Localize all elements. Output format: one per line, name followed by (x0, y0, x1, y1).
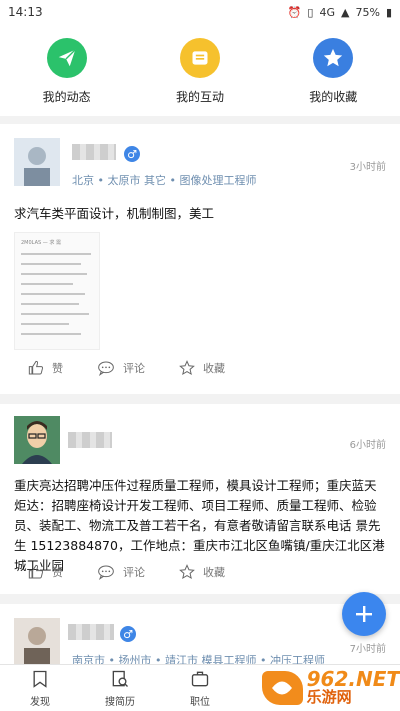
post-card[interactable]: ♂ 北京 • 太原市 其它 • 图像处理工程师 3小时前 求汽车类平面设计，机制… (0, 124, 400, 394)
tab-jobs[interactable]: 职位 (160, 665, 240, 711)
thumbs-up-icon (28, 360, 44, 375)
post-card[interactable]: ♂ 7小时前 南京市 • 扬州市 • 靖江市 模具工程师 • 冲压工程师 (0, 604, 400, 667)
post-time: 6小时前 (349, 440, 386, 451)
star-icon (313, 38, 354, 78)
resume-search-icon (112, 670, 128, 687)
my-activity-button[interactable]: 我的动态 (12, 38, 122, 105)
user-name-blurred (68, 624, 114, 640)
favorite-label: 收藏 (203, 362, 225, 375)
post-meta: 北京 • 太原市 其它 • 图像处理工程师 (72, 174, 257, 187)
comment-icon (98, 565, 114, 580)
male-icon: ♂ (124, 146, 140, 162)
watermark-logo: 962.NET 乐游网 (262, 664, 400, 711)
star-outline-icon (179, 564, 195, 580)
avatar[interactable] (14, 618, 60, 664)
my-activity-label: 我的动态 (42, 90, 91, 104)
comment-button[interactable]: 评论 (97, 360, 145, 376)
user-name-blurred (68, 432, 112, 448)
post-image[interactable]: 2M0LAS — 求 需 (14, 232, 100, 350)
post-content: 重庆亮达招聘冲压件过程质量工程师，模具设计工程师；重庆蓝天炬达：招聘座椅设计开发… (14, 478, 385, 573)
tab-search-resume[interactable]: 搜简历 (80, 665, 160, 711)
chat-box-icon (179, 38, 220, 78)
my-favorites-label: 我的收藏 (309, 90, 358, 104)
tab-search-resume-label: 搜简历 (105, 696, 135, 708)
watermark-subtext: 乐游网 (306, 687, 352, 706)
like-label: 赞 (52, 566, 63, 579)
my-interaction-button[interactable]: 我的互动 (145, 38, 255, 105)
briefcase-icon (191, 671, 209, 686)
battery-text: 75% (355, 5, 380, 19)
like-label: 赞 (52, 362, 63, 375)
add-post-button[interactable] (342, 592, 386, 636)
post-actions: 赞 评论 收藏 (28, 564, 225, 580)
avatar[interactable] (14, 138, 60, 186)
comment-icon (98, 361, 114, 376)
star-outline-icon (179, 360, 195, 376)
network-label: 4G (319, 5, 336, 19)
male-icon: ♂ (120, 626, 136, 642)
alarm-icon: ⏰ (287, 5, 302, 19)
like-button[interactable]: 赞 (28, 360, 63, 376)
post-content: 求汽车类平面设计，机制制图，美工 (14, 206, 215, 221)
avatar[interactable] (14, 416, 60, 464)
vibrate-icon: ▯ (307, 5, 314, 19)
watermark-badge-icon (262, 670, 303, 705)
battery-icon: ▮ (385, 5, 392, 19)
comment-label: 评论 (123, 362, 145, 375)
my-favorites-button[interactable]: 我的收藏 (278, 38, 388, 105)
watermark-text: 962.NET (306, 666, 400, 691)
favorite-label: 收藏 (203, 566, 225, 579)
status-bar: 14:13 ⏰ ▯ 4G ▲ 75% ▮ (0, 0, 400, 24)
paper-plane-icon (46, 38, 87, 78)
thumbs-up-icon (28, 564, 44, 579)
quick-actions: 我的动态 我的互动 我的收藏 (0, 24, 400, 116)
comment-label: 评论 (123, 566, 145, 579)
like-button[interactable]: 赞 (28, 564, 63, 580)
comment-button[interactable]: 评论 (97, 564, 145, 580)
plus-icon (356, 606, 372, 622)
tab-discover-label: 发现 (30, 696, 50, 708)
signal-icon: ▲ (341, 5, 350, 19)
my-interaction-label: 我的互动 (175, 90, 224, 104)
tab-discover[interactable]: 发现 (0, 665, 80, 711)
tab-jobs-label: 职位 (190, 696, 210, 708)
post-time: 3小时前 (349, 162, 386, 173)
favorite-button[interactable]: 收藏 (179, 360, 225, 376)
post-actions: 赞 评论 收藏 (28, 360, 225, 376)
bookmark-icon (33, 670, 47, 688)
post-time: 7小时前 (349, 644, 386, 655)
user-name-blurred (72, 144, 116, 160)
status-time: 14:13 (8, 5, 43, 19)
post-card[interactable]: 6小时前 重庆亮达招聘冲压件过程质量工程师，模具设计工程师；重庆蓝天炬达：招聘座… (0, 404, 400, 594)
favorite-button[interactable]: 收藏 (179, 564, 225, 580)
